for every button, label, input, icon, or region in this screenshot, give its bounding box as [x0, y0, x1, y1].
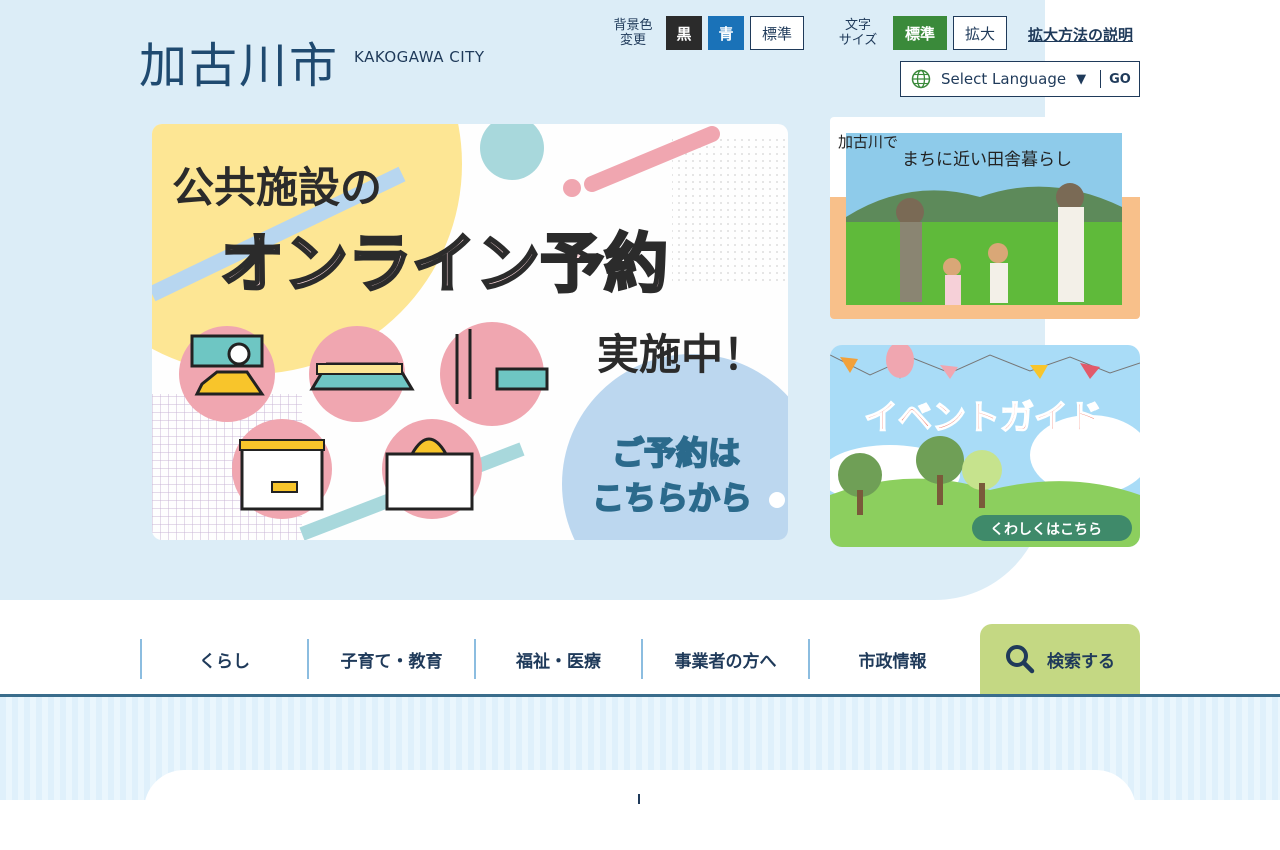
- countryside-text-line1: 加古川で: [838, 133, 898, 151]
- nav-item-city-administration[interactable]: 市政情報: [808, 639, 975, 679]
- logo-english: KAKOGAWA CITY: [354, 48, 485, 66]
- text-size-label: 文字 サイズ: [832, 18, 884, 48]
- countryside-text-line2: まちに近い田舎暮らし: [902, 150, 1072, 170]
- globe-icon: [911, 69, 931, 89]
- text-size-label-line1: 文字: [844, 18, 871, 33]
- bg-blue-button[interactable]: 青: [708, 16, 744, 50]
- bg-standard-button[interactable]: 標準: [750, 16, 804, 50]
- banner-title-line3: 実施中！: [597, 330, 765, 379]
- bg-color-label: 背景色 変更: [610, 18, 656, 48]
- text-size-label-line2: サイズ: [838, 33, 878, 48]
- event-guide-title: イベントガイド: [864, 398, 1102, 438]
- nav-item-business[interactable]: 事業者の方へ: [641, 639, 808, 679]
- banner-title-line2: オンライン予約: [220, 228, 668, 302]
- banner-cta-line1: ご予約は: [612, 434, 740, 472]
- logo-japanese: 加古川市: [139, 38, 340, 94]
- banner-cta-line2: こちらから: [592, 479, 752, 517]
- card-marker: [638, 794, 640, 804]
- event-guide-illustration: イベントガイド くわしくはこちら: [830, 345, 1140, 547]
- text-standard-button[interactable]: 標準: [893, 16, 947, 50]
- text-large-button[interactable]: 拡大: [953, 16, 1007, 50]
- event-guide-cta: くわしくはこちら: [990, 522, 1102, 538]
- event-guide-banner[interactable]: イベントガイド くわしくはこちら: [830, 345, 1140, 547]
- nav-item-welfare-medical[interactable]: 福祉・医療: [474, 639, 641, 679]
- content-card: [144, 770, 1136, 850]
- bg-color-label-line1: 背景色: [613, 18, 653, 33]
- countryside-life-banner[interactable]: 加古川で まちに近い田舎暮らし: [830, 117, 1140, 319]
- language-selector[interactable]: Select Language ▼ GO: [900, 61, 1140, 97]
- dropdown-arrow-icon: ▼: [1076, 71, 1087, 87]
- bg-color-label-line2: 変更: [619, 33, 646, 48]
- nav-item-childcare-education[interactable]: 子育て・教育: [307, 639, 474, 679]
- countryside-photo: 加古川で まちに近い田舎暮らし: [830, 117, 1140, 319]
- reservation-illustration: 公共施設の オンライン予約 実施中！ ご予約は こちらから: [152, 124, 788, 540]
- nav-bottom-border: [0, 694, 1280, 697]
- global-navigation: くらし 子育て・教育 福祉・医療 事業者の方へ 市政情報 検索する: [140, 624, 1140, 694]
- search-button-label: 検索する: [1047, 651, 1115, 672]
- zoom-help-link[interactable]: 拡大方法の説明: [1028, 24, 1133, 45]
- nav-item-living[interactable]: くらし: [140, 639, 307, 679]
- language-go-button[interactable]: GO: [1109, 72, 1131, 87]
- search-button[interactable]: 検索する: [980, 624, 1140, 694]
- language-divider: [1100, 70, 1102, 88]
- online-reservation-banner[interactable]: 公共施設の オンライン予約 実施中！ ご予約は こちらから: [152, 124, 788, 540]
- bg-black-button[interactable]: 黒: [666, 16, 702, 50]
- banner-title-line1: 公共施設の: [172, 163, 382, 212]
- language-select-label: Select Language: [941, 70, 1067, 88]
- search-icon: [1006, 645, 1035, 674]
